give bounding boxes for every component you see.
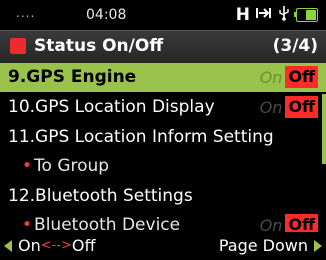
item-label: 11.GPS Location Inform Setting (8, 127, 274, 147)
status-icons: H (236, 5, 318, 25)
list-item-gps-location-inform-setting[interactable]: 11.GPS Location Inform Setting (0, 123, 326, 152)
list-item-gps-location-display[interactable]: 10.GPS Location Display On Off (0, 93, 326, 122)
item-label: 10.GPS Location Display (8, 97, 215, 117)
toggle-on-label: On (259, 67, 283, 87)
title-bar: Status On/Off (3/4) (0, 30, 326, 63)
list-item-to-group[interactable]: • To Group (0, 152, 326, 181)
toggle-off-label: Off (285, 96, 318, 118)
toggle-arrow-icon: <--> (40, 238, 72, 253)
settings-list: 9.GPS Engine On Off 10.GPS Location Disp… (0, 63, 326, 240)
gps-engine-toggle[interactable]: On Off (260, 66, 318, 88)
item-label: To Group (34, 156, 110, 176)
left-arrow-icon (4, 240, 12, 252)
usb-icon (278, 5, 290, 25)
list-item-gps-engine[interactable]: 9.GPS Engine On Off (0, 63, 326, 92)
status-square-icon (10, 38, 26, 54)
list-item-bluetooth-settings[interactable]: 12.Bluetooth Settings (0, 182, 326, 211)
toggle-on-label: On (259, 97, 283, 117)
battery-icon (294, 8, 318, 22)
network-type-indicator: H (235, 5, 250, 25)
right-arrow-icon (314, 240, 322, 252)
item-label: 9.GPS Engine (8, 67, 137, 87)
page-title: Status On/Off (34, 36, 164, 56)
softkey-on-label: On (18, 236, 41, 255)
signal-icon (256, 6, 272, 24)
softkey-off-label: Off (71, 236, 96, 255)
bullet-icon: • (22, 156, 33, 176)
gps-location-display-toggle[interactable]: On Off (260, 96, 318, 118)
right-softkey[interactable]: Page Down (219, 232, 322, 260)
signal-dots: .... (16, 6, 36, 20)
page-down-label: Page Down (218, 236, 308, 255)
toggle-off-label: Off (285, 66, 318, 88)
softkey-bar: On <--> Off Page Down (0, 232, 326, 260)
scrollbar[interactable] (322, 94, 326, 164)
page-indicator: (3/4) (272, 36, 318, 56)
status-bar: .... 04:08 H (0, 0, 326, 30)
left-softkey[interactable]: On <--> Off (4, 232, 96, 260)
item-label: 12.Bluetooth Settings (8, 186, 193, 206)
clock: 04:08 (86, 7, 127, 23)
